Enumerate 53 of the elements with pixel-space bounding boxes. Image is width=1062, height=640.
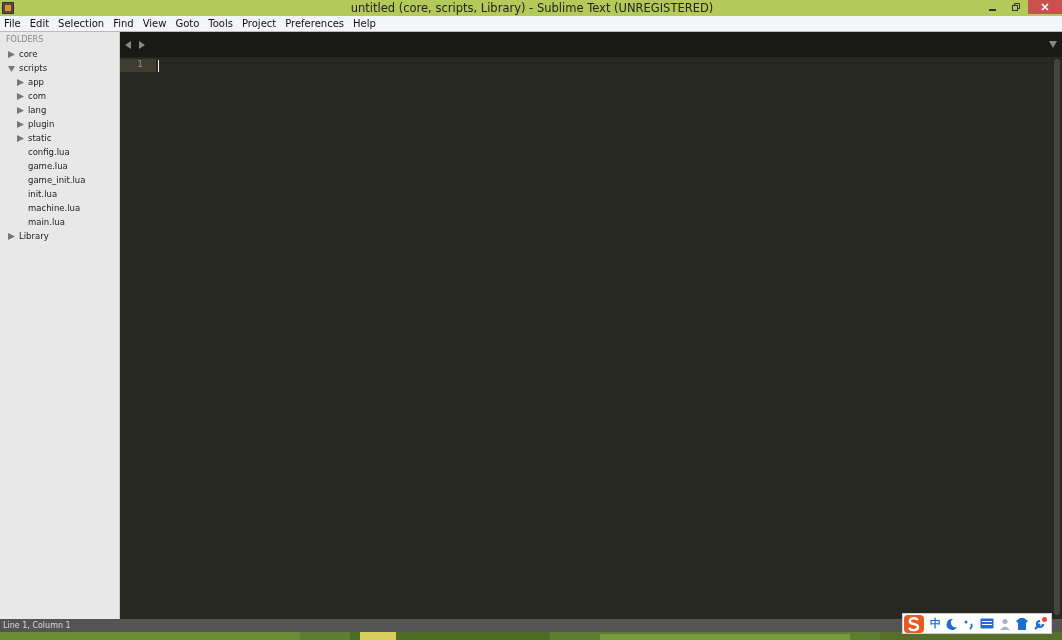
collapsed-arrow-icon[interactable] <box>8 232 15 240</box>
expanded-arrow-icon[interactable] <box>8 64 15 72</box>
close-icon <box>1040 2 1050 12</box>
menu-item[interactable]: Tools <box>208 18 233 29</box>
collapsed-arrow-icon[interactable] <box>17 78 24 86</box>
menu-item[interactable]: Project <box>242 18 277 29</box>
restore-icon <box>1011 2 1021 12</box>
minimize-icon <box>988 9 996 11</box>
input-mode-toggle[interactable]: 中 <box>930 616 941 631</box>
sidebar-lua-script[interactable]: main.lua <box>28 217 65 227</box>
folder-item[interactable]: scripts <box>19 63 48 73</box>
folder-item[interactable]: plugin <box>28 119 55 129</box>
sidebar-lua-script[interactable]: game.lua <box>28 161 68 171</box>
line-number: 1 <box>120 59 156 72</box>
app-icon <box>2 2 14 14</box>
wrench-icon[interactable] <box>1033 616 1047 631</box>
folder-item[interactable]: Library <box>19 231 49 241</box>
dropdown-icon[interactable] <box>1049 41 1057 48</box>
tab-scroll-arrows-icon[interactable] <box>125 40 145 49</box>
collapsed-arrow-icon[interactable] <box>17 106 24 114</box>
window-title: untitled (core, scripts, Library) - Sublime Text (UNREGISTERED) <box>349 1 715 15</box>
sidebar-lua-script[interactable]: game_init.lua <box>28 175 86 185</box>
cursor-position: Line 1, Column 1 <box>3 621 71 630</box>
menu-item[interactable]: Help <box>353 18 376 29</box>
close-button[interactable] <box>1028 0 1062 14</box>
menu-item[interactable]: Preferences <box>285 18 345 29</box>
menu-item[interactable]: File <box>4 18 21 29</box>
collapsed-arrow-icon[interactable] <box>8 50 15 58</box>
person-icon[interactable] <box>999 617 1011 630</box>
menu-item[interactable]: Selection <box>58 18 105 29</box>
folder-item[interactable]: static <box>28 133 52 143</box>
shirt-icon[interactable] <box>1016 617 1028 630</box>
sidebar-lua-script[interactable]: init.lua <box>28 189 58 199</box>
sidebar-heading: FOLDERS <box>5 35 45 46</box>
folder-item[interactable]: com <box>28 91 47 101</box>
sidebar-lua-script[interactable]: config.lua <box>28 147 70 157</box>
scrollbar[interactable] <box>1054 59 1060 615</box>
folder-item[interactable]: core <box>19 49 38 59</box>
menu-item[interactable]: Find <box>113 18 134 29</box>
folder-item[interactable]: app <box>28 77 44 87</box>
sogou-logo-icon[interactable] <box>903 613 925 634</box>
collapsed-arrow-icon[interactable] <box>17 120 24 128</box>
menu-item[interactable]: Goto <box>175 18 200 29</box>
collapsed-arrow-icon[interactable] <box>17 134 24 142</box>
menu-item[interactable]: View <box>142 18 167 29</box>
folder-item[interactable]: lang <box>28 105 47 115</box>
sidebar-lua-script[interactable]: machine.lua <box>28 203 81 213</box>
moon-icon[interactable] <box>946 617 958 630</box>
text-cursor <box>158 60 159 72</box>
keyboard-icon[interactable] <box>980 618 994 629</box>
menu-item[interactable]: Edit <box>29 18 50 29</box>
editor-area[interactable]: 1 <box>120 57 1062 619</box>
collapsed-arrow-icon[interactable] <box>17 92 24 100</box>
